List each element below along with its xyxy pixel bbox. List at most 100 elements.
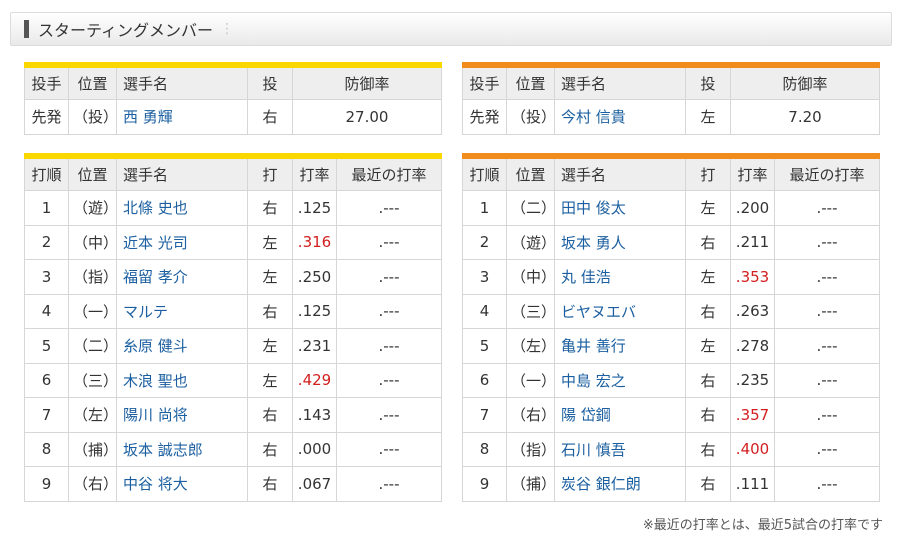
player-name-link[interactable]: 福留 孝介 [116, 259, 248, 295]
player-name-link[interactable]: 中島 宏之 [554, 362, 686, 398]
player-position: （右） [68, 466, 117, 502]
player-position: （右） [506, 397, 555, 433]
header-cell: 投 [685, 64, 731, 100]
player-name-link[interactable]: 坂本 誠志郎 [116, 431, 248, 467]
batting-average: .263 [730, 293, 775, 329]
recent-average: .--- [774, 466, 880, 502]
player-name-link[interactable]: 丸 佳浩 [554, 259, 686, 295]
player-name-link[interactable]: 陽 岱鋼 [554, 397, 686, 433]
recent-average: .--- [336, 224, 442, 260]
player-name-link[interactable]: マルテ [116, 293, 248, 329]
right-batter-table: 打順 位置 選手名 打 打率 最近の打率 1 （二） 田中 俊太左 .200 .--- 2… [462, 153, 880, 502]
batting-average: .429 [292, 362, 337, 398]
batting-hand: 右 [685, 224, 731, 260]
batting-hand: 右 [247, 466, 293, 502]
pitcher-position: （投） [68, 99, 117, 135]
player-position: （捕） [68, 431, 117, 467]
batting-order: 8 [24, 431, 69, 467]
player-name-link[interactable]: 木浪 聖也 [116, 362, 248, 398]
table-row: 9 （捕） 炭谷 銀仁朗右 .111 .--- [462, 466, 880, 502]
player-name-link[interactable]: 北條 史也 [116, 190, 248, 226]
table-row: 1 （二） 田中 俊太左 .200 .--- [462, 190, 880, 226]
batting-hand: 左 [247, 224, 293, 260]
batting-average: .111 [730, 466, 775, 502]
recent-average: .--- [774, 293, 880, 329]
batting-hand: 右 [247, 190, 293, 226]
batting-average: .400 [730, 431, 775, 467]
table-row: 3 （指） 福留 孝介左 .250 .--- [24, 259, 442, 295]
batting-hand: 右 [685, 466, 731, 502]
batting-hand: 左 [685, 190, 731, 226]
player-name-link[interactable]: 陽川 尚将 [116, 397, 248, 433]
table-header-row: 打順 位置 選手名 打 打率 最近の打率 [462, 155, 880, 191]
batting-average: .125 [292, 190, 337, 226]
batting-hand: 右 [247, 293, 293, 329]
section-header-bar [24, 20, 29, 38]
batting-order: 3 [462, 259, 507, 295]
pitcher-hand: 左 [685, 99, 731, 135]
recent-average: .--- [336, 397, 442, 433]
header-cell: 打 [685, 155, 731, 191]
player-position: （遊） [68, 190, 117, 226]
player-name-link[interactable]: 亀井 善行 [554, 328, 686, 364]
recent-average: .--- [774, 328, 880, 364]
table-row: 3 （中）丸 佳浩左 .353 .--- [462, 259, 880, 295]
recent-average: .--- [336, 293, 442, 329]
batting-hand: 左 [685, 328, 731, 364]
batting-order: 1 [462, 190, 507, 226]
batting-order: 9 [462, 466, 507, 502]
table-row: 7 （右）陽 岱鋼右 .357 .--- [462, 397, 880, 433]
header-cell: 位置 [68, 155, 117, 191]
batting-hand: 左 [685, 259, 731, 295]
player-position: （左） [506, 328, 555, 364]
recent-average: .--- [336, 190, 442, 226]
player-name-link[interactable]: ビヤヌエバ [554, 293, 686, 329]
right-pitcher-table: 投手 位置 選手名 投 防御率 先発 （投） 今村 信貴 左 7.20 [462, 62, 880, 135]
batting-order: 2 [462, 224, 507, 260]
player-name-link[interactable]: 石川 慎吾 [554, 431, 686, 467]
left-batter-table: 打順 位置 選手名 打 打率 最近の打率 1 （遊） 北條 史也右 .125 .--- 2… [24, 153, 442, 502]
header-cell: 位置 [506, 155, 555, 191]
player-position: （捕） [506, 466, 555, 502]
header-cell: 打率 [730, 155, 775, 191]
batting-average: .353 [730, 259, 775, 295]
pitcher-hand: 右 [247, 99, 293, 135]
player-name-link[interactable]: 中谷 将大 [116, 466, 248, 502]
recent-average: .--- [336, 466, 442, 502]
recent-average: .--- [336, 362, 442, 398]
header-cell: 位置 [506, 64, 555, 100]
player-name-link[interactable]: 田中 俊太 [554, 190, 686, 226]
pitcher-name-link[interactable]: 西 勇輝 [116, 99, 248, 135]
player-name-link[interactable]: 近本 光司 [116, 224, 248, 260]
header-dots-icon: ⋮ [220, 21, 234, 37]
recent-average: .--- [774, 224, 880, 260]
batting-hand: 左 [247, 362, 293, 398]
batting-hand: 右 [685, 397, 731, 433]
batting-order: 8 [462, 431, 507, 467]
pitcher-name-link[interactable]: 今村 信貴 [554, 99, 686, 135]
batting-average: .250 [292, 259, 337, 295]
batting-average: .235 [730, 362, 775, 398]
table-row: 2 （遊） 坂本 勇人右 .211 .--- [462, 224, 880, 260]
player-name-link[interactable]: 炭谷 銀仁朗 [554, 466, 686, 502]
batting-average: .143 [292, 397, 337, 433]
recent-average: .--- [774, 259, 880, 295]
header-cell: 投手 [462, 64, 507, 100]
recent-average: .--- [336, 431, 442, 467]
player-name-link[interactable]: 糸原 健斗 [116, 328, 248, 364]
recent-average: .--- [774, 431, 880, 467]
batting-average: .125 [292, 293, 337, 329]
player-position: （中） [68, 224, 117, 260]
table-row: 8 （捕） 坂本 誠志郎右 .000 .--- [24, 431, 442, 467]
left-pitcher-table: 投手 位置 選手名 投 防御率 先発 （投） 西 勇輝 右 27.00 [24, 62, 442, 135]
player-position: （遊） [506, 224, 555, 260]
table-row: 9 （右） 中谷 将大右 .067 .--- [24, 466, 442, 502]
batting-order: 5 [462, 328, 507, 364]
batting-average: .357 [730, 397, 775, 433]
header-cell: 打順 [24, 155, 69, 191]
header-cell: 選手名 [554, 155, 686, 191]
player-name-link[interactable]: 坂本 勇人 [554, 224, 686, 260]
section-header: スターティングメンバー ⋮ [10, 12, 892, 46]
player-position: （二） [506, 190, 555, 226]
player-position: （中） [506, 259, 555, 295]
